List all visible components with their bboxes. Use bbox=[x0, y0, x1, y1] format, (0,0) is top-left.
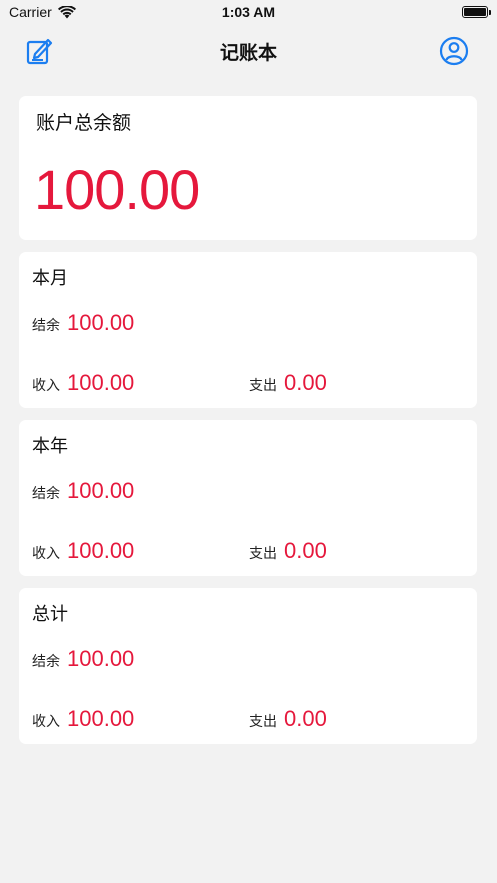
expense-label: 支出 bbox=[249, 378, 277, 394]
income-row: 收入 100.00 bbox=[32, 370, 134, 396]
income-label: 收入 bbox=[32, 378, 60, 394]
income-value: 100.00 bbox=[67, 370, 135, 395]
user-profile-icon bbox=[439, 36, 469, 66]
balance-label: 结余 bbox=[32, 654, 60, 670]
expense-label: 支出 bbox=[249, 546, 277, 562]
overall-summary-card[interactable]: 总计 结余 100.00 收入 100.00 支出 0.00 bbox=[19, 588, 477, 744]
balance-value: 100.00 bbox=[67, 310, 135, 335]
balance-label: 结余 bbox=[32, 486, 60, 502]
income-label: 收入 bbox=[32, 546, 60, 562]
yearly-summary-card[interactable]: 本年 结余 100.00 收入 100.00 支出 0.00 bbox=[19, 420, 477, 576]
income-label: 收入 bbox=[32, 714, 60, 730]
card-title: 本年 bbox=[32, 436, 68, 457]
expense-value: 0.00 bbox=[284, 706, 327, 731]
expense-row: 支出 0.00 bbox=[249, 370, 327, 396]
balance-row: 结余 100.00 bbox=[32, 646, 134, 672]
balance-row: 结余 100.00 bbox=[32, 310, 134, 336]
status-time: 1:03 AM bbox=[221, 4, 276, 20]
total-balance-value: 100.00 bbox=[34, 158, 200, 221]
balance-value: 100.00 bbox=[67, 646, 135, 671]
battery-level bbox=[464, 8, 486, 16]
battery-icon bbox=[462, 6, 491, 18]
monthly-summary-card[interactable]: 本月 结余 100.00 收入 100.00 支出 0.00 bbox=[19, 252, 477, 408]
total-balance-card: 账户总余额 100.00 bbox=[19, 96, 477, 240]
expense-value: 0.00 bbox=[284, 538, 327, 563]
expense-value: 0.00 bbox=[284, 370, 327, 395]
status-bar: Carrier 1:03 AM bbox=[0, 0, 497, 26]
page-title: 记账本 bbox=[219, 42, 277, 64]
income-row: 收入 100.00 bbox=[32, 706, 134, 732]
battery-cap bbox=[489, 10, 491, 15]
card-title: 总计 bbox=[32, 604, 68, 625]
balance-row: 结余 100.00 bbox=[32, 478, 134, 504]
total-balance-label: 账户总余额 bbox=[36, 112, 132, 134]
nav-bar: 记账本 bbox=[0, 26, 497, 76]
profile-button[interactable] bbox=[437, 34, 471, 68]
balance-value: 100.00 bbox=[67, 478, 135, 503]
income-value: 100.00 bbox=[67, 706, 135, 731]
expense-row: 支出 0.00 bbox=[249, 706, 327, 732]
expense-row: 支出 0.00 bbox=[249, 538, 327, 564]
income-value: 100.00 bbox=[67, 538, 135, 563]
card-title: 本月 bbox=[32, 268, 68, 289]
expense-label: 支出 bbox=[249, 714, 277, 730]
balance-label: 结余 bbox=[32, 318, 60, 334]
income-row: 收入 100.00 bbox=[32, 538, 134, 564]
